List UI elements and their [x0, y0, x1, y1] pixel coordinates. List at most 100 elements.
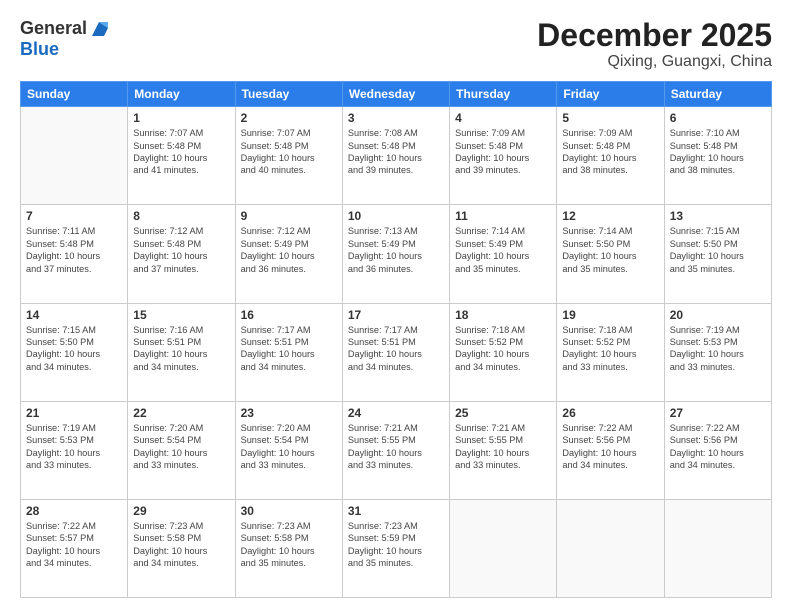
calendar-table: SundayMondayTuesdayWednesdayThursdayFrid…: [20, 81, 772, 598]
day-number: 30: [241, 504, 337, 518]
header: General Blue December 2025 Qixing, Guang…: [20, 18, 772, 71]
day-number: 21: [26, 406, 122, 420]
day-number: 18: [455, 308, 551, 322]
weekday-header-saturday: Saturday: [664, 82, 771, 107]
day-info: Sunrise: 7:23 AM Sunset: 5:59 PM Dayligh…: [348, 520, 444, 570]
day-cell: 17 Sunrise: 7:17 AM Sunset: 5:51 PM Dayli…: [342, 303, 449, 401]
day-cell: 1 Sunrise: 7:07 AM Sunset: 5:48 PM Daylig…: [128, 107, 235, 205]
day-info: Sunrise: 7:21 AM Sunset: 5:55 PM Dayligh…: [348, 422, 444, 472]
day-info: Sunrise: 7:20 AM Sunset: 5:54 PM Dayligh…: [241, 422, 337, 472]
day-number: 29: [133, 504, 229, 518]
day-info: Sunrise: 7:09 AM Sunset: 5:48 PM Dayligh…: [562, 127, 658, 177]
day-cell: 23Sunrise: 7:20 AM Sunset: 5:54 PM Dayli…: [235, 401, 342, 499]
page: General Blue December 2025 Qixing, Guang…: [0, 0, 792, 612]
day-info: Sunrise: 7:12 AM Sunset: 5:49 PM Dayligh…: [241, 225, 337, 275]
month-title: December 2025: [537, 18, 772, 53]
day-number: 11: [455, 209, 551, 223]
logo: General Blue: [20, 18, 110, 60]
day-number: 19: [562, 308, 658, 322]
day-number: 16: [241, 308, 337, 322]
day-cell: [21, 107, 128, 205]
day-cell: 4 Sunrise: 7:09 AM Sunset: 5:48 PM Daylig…: [450, 107, 557, 205]
day-cell: 13 Sunrise: 7:15 AM Sunset: 5:50 PM Dayli…: [664, 205, 771, 303]
day-cell: 12Sunrise: 7:14 AM Sunset: 5:50 PM Dayli…: [557, 205, 664, 303]
day-cell: 26 Sunrise: 7:22 AM Sunset: 5:56 PM Dayli…: [557, 401, 664, 499]
day-cell: 31 Sunrise: 7:23 AM Sunset: 5:59 PM Dayli…: [342, 499, 449, 597]
day-cell: 20 Sunrise: 7:19 AM Sunset: 5:53 PM Dayli…: [664, 303, 771, 401]
day-number: 24: [348, 406, 444, 420]
day-number: 4: [455, 111, 551, 125]
day-number: 10: [348, 209, 444, 223]
week-row-2: 14 Sunrise: 7:15 AM Sunset: 5:50 PM Dayli…: [21, 303, 772, 401]
weekday-header-monday: Monday: [128, 82, 235, 107]
day-cell: [664, 499, 771, 597]
day-info: Sunrise: 7:15 AM Sunset: 5:50 PM Dayligh…: [26, 324, 122, 374]
day-number: 9: [241, 209, 337, 223]
day-info: Sunrise: 7:08 AM Sunset: 5:48 PM Dayligh…: [348, 127, 444, 177]
title-area: December 2025 Qixing, Guangxi, China: [537, 18, 772, 71]
weekday-header-friday: Friday: [557, 82, 664, 107]
day-info: Sunrise: 7:16 AM Sunset: 5:51 PM Dayligh…: [133, 324, 229, 374]
day-cell: 14 Sunrise: 7:15 AM Sunset: 5:50 PM Dayli…: [21, 303, 128, 401]
day-number: 15: [133, 308, 229, 322]
logo-icon: [88, 18, 110, 40]
day-number: 27: [670, 406, 766, 420]
day-number: 26: [562, 406, 658, 420]
day-info: Sunrise: 7:23 AM Sunset: 5:58 PM Dayligh…: [241, 520, 337, 570]
day-info: Sunrise: 7:23 AM Sunset: 5:58 PM Dayligh…: [133, 520, 229, 570]
day-cell: 18 Sunrise: 7:18 AM Sunset: 5:52 PM Dayli…: [450, 303, 557, 401]
day-number: 31: [348, 504, 444, 518]
weekday-header-sunday: Sunday: [21, 82, 128, 107]
logo-blue: Blue: [20, 40, 110, 60]
day-info: Sunrise: 7:22 AM Sunset: 5:56 PM Dayligh…: [562, 422, 658, 472]
day-number: 14: [26, 308, 122, 322]
day-info: Sunrise: 7:15 AM Sunset: 5:50 PM Dayligh…: [670, 225, 766, 275]
day-number: 2: [241, 111, 337, 125]
day-number: 5: [562, 111, 658, 125]
day-info: Sunrise: 7:11 AM Sunset: 5:48 PM Dayligh…: [26, 225, 122, 275]
day-info: Sunrise: 7:19 AM Sunset: 5:53 PM Dayligh…: [26, 422, 122, 472]
day-number: 20: [670, 308, 766, 322]
day-info: Sunrise: 7:09 AM Sunset: 5:48 PM Dayligh…: [455, 127, 551, 177]
location: Qixing, Guangxi, China: [537, 53, 772, 71]
day-cell: 29 Sunrise: 7:23 AM Sunset: 5:58 PM Dayli…: [128, 499, 235, 597]
day-cell: 5 Sunrise: 7:09 AM Sunset: 5:48 PM Daylig…: [557, 107, 664, 205]
day-cell: 6Sunrise: 7:10 AM Sunset: 5:48 PM Daylig…: [664, 107, 771, 205]
day-number: 8: [133, 209, 229, 223]
day-cell: 15 Sunrise: 7:16 AM Sunset: 5:51 PM Dayli…: [128, 303, 235, 401]
day-number: 22: [133, 406, 229, 420]
day-number: 17: [348, 308, 444, 322]
week-row-1: 7Sunrise: 7:11 AM Sunset: 5:48 PM Daylig…: [21, 205, 772, 303]
day-info: Sunrise: 7:17 AM Sunset: 5:51 PM Dayligh…: [348, 324, 444, 374]
day-info: Sunrise: 7:19 AM Sunset: 5:53 PM Dayligh…: [670, 324, 766, 374]
day-cell: 11Sunrise: 7:14 AM Sunset: 5:49 PM Dayli…: [450, 205, 557, 303]
logo-general: General: [20, 19, 87, 39]
day-cell: [557, 499, 664, 597]
day-info: Sunrise: 7:07 AM Sunset: 5:48 PM Dayligh…: [241, 127, 337, 177]
day-info: Sunrise: 7:17 AM Sunset: 5:51 PM Dayligh…: [241, 324, 337, 374]
day-cell: 28Sunrise: 7:22 AM Sunset: 5:57 PM Dayli…: [21, 499, 128, 597]
week-row-4: 28Sunrise: 7:22 AM Sunset: 5:57 PM Dayli…: [21, 499, 772, 597]
day-info: Sunrise: 7:07 AM Sunset: 5:48 PM Dayligh…: [133, 127, 229, 177]
day-number: 12: [562, 209, 658, 223]
day-cell: 9 Sunrise: 7:12 AM Sunset: 5:49 PM Daylig…: [235, 205, 342, 303]
weekday-header-wednesday: Wednesday: [342, 82, 449, 107]
day-cell: 8Sunrise: 7:12 AM Sunset: 5:48 PM Daylig…: [128, 205, 235, 303]
day-info: Sunrise: 7:18 AM Sunset: 5:52 PM Dayligh…: [455, 324, 551, 374]
weekday-header-thursday: Thursday: [450, 82, 557, 107]
day-cell: 22Sunrise: 7:20 AM Sunset: 5:54 PM Dayli…: [128, 401, 235, 499]
day-cell: [450, 499, 557, 597]
weekday-header-tuesday: Tuesday: [235, 82, 342, 107]
day-cell: 25Sunrise: 7:21 AM Sunset: 5:55 PM Dayli…: [450, 401, 557, 499]
day-info: Sunrise: 7:18 AM Sunset: 5:52 PM Dayligh…: [562, 324, 658, 374]
day-cell: 7Sunrise: 7:11 AM Sunset: 5:48 PM Daylig…: [21, 205, 128, 303]
day-cell: 24 Sunrise: 7:21 AM Sunset: 5:55 PM Dayli…: [342, 401, 449, 499]
day-info: Sunrise: 7:13 AM Sunset: 5:49 PM Dayligh…: [348, 225, 444, 275]
day-number: 1: [133, 111, 229, 125]
day-info: Sunrise: 7:21 AM Sunset: 5:55 PM Dayligh…: [455, 422, 551, 472]
day-number: 13: [670, 209, 766, 223]
day-cell: 21 Sunrise: 7:19 AM Sunset: 5:53 PM Dayli…: [21, 401, 128, 499]
day-number: 3: [348, 111, 444, 125]
weekday-header-row: SundayMondayTuesdayWednesdayThursdayFrid…: [21, 82, 772, 107]
week-row-3: 21 Sunrise: 7:19 AM Sunset: 5:53 PM Dayli…: [21, 401, 772, 499]
